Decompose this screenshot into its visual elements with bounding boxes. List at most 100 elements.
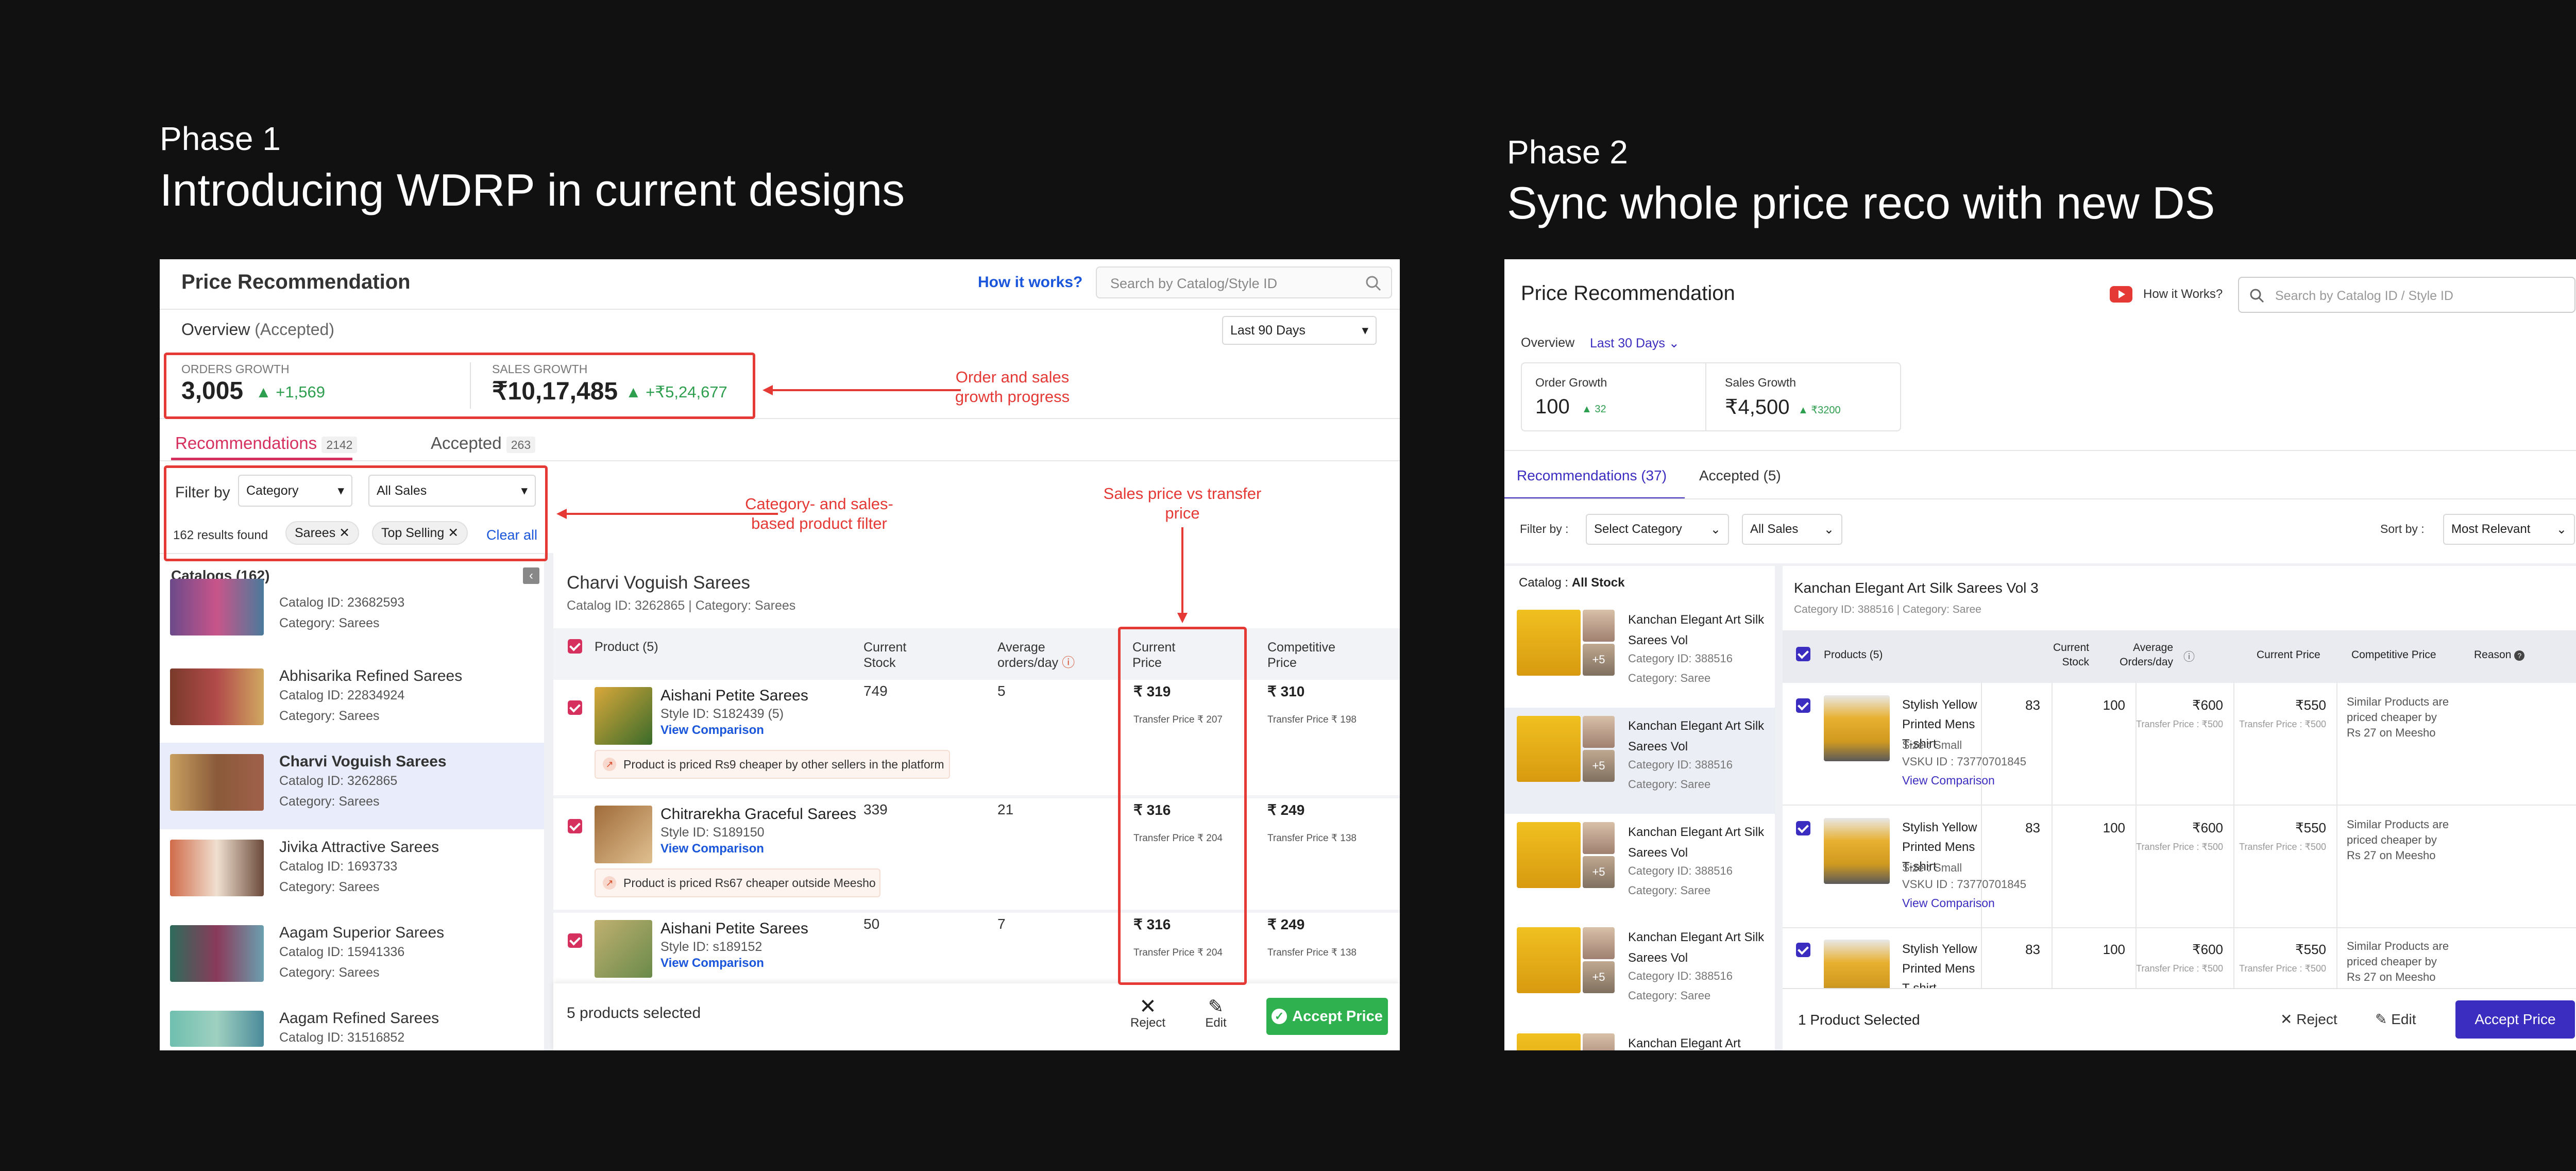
p2-catalog-item[interactable]: +5 Kanchan Elegant Art Silk Sarees Vol Cat…: [1504, 917, 1775, 1020]
catalog-thumbnail: [170, 579, 264, 635]
p2-accept-price-button[interactable]: Accept Price: [2455, 1000, 2575, 1039]
view-comparison-link[interactable]: View Comparison: [660, 842, 764, 856]
youtube-icon[interactable]: [2110, 286, 2132, 303]
trend-icon: ↗: [603, 876, 616, 890]
product-thumbnail: [595, 806, 652, 863]
p2-col-competitive-price: Competitive Price: [2351, 649, 2436, 661]
p2-how-it-works-link[interactable]: How it Works?: [2143, 287, 2223, 302]
edit-button[interactable]: ✎ Edit: [1198, 997, 1234, 1030]
p2-reject-button[interactable]: ✕ Reject: [2280, 1011, 2337, 1028]
p2-sales-growth-delta: ▲ ₹3200: [1798, 405, 1841, 416]
p2-sort-dropdown[interactable]: Most Relevant ⌄: [2443, 514, 2575, 545]
catalog-item[interactable]: Aagam Superior Sarees Catalog ID: 1594133…: [160, 915, 544, 992]
catalog-id: Catalog ID: 1693733: [279, 859, 398, 874]
competitive-price: ₹ 249: [1267, 916, 1305, 932]
p2-catalog-category: Category: Saree: [1628, 778, 1711, 791]
p2-sort-label: Sort by :: [2380, 522, 2425, 536]
p2-col-current-price: Current Price: [2257, 649, 2320, 661]
p2-catalog-thumbnail: [1517, 610, 1581, 676]
p2-catalog-mini-thumbnail: +5: [1583, 750, 1615, 782]
current-stock: 50: [863, 916, 880, 932]
catalog-item[interactable]: Catalog ID: 23682593 Category: Sarees: [160, 579, 544, 666]
p2-catalog-category: Category: Saree: [1628, 989, 1711, 1002]
collapse-icon[interactable]: ‹: [523, 567, 539, 584]
catalog-name: Abhisarika Refined Sarees: [279, 667, 463, 684]
p2-average-orders: 100: [2103, 942, 2125, 957]
p2-tab-recommendations[interactable]: Recommendations (37): [1517, 467, 1667, 484]
select-all-checkbox[interactable]: [568, 639, 582, 654]
p2-row-checkbox[interactable]: [1796, 698, 1810, 713]
view-comparison-link[interactable]: View Comparison: [660, 723, 764, 738]
p2-catalog-category: Category: Saree: [1628, 672, 1711, 684]
p2-catalog-item[interactable]: +5 Kanchan Elegant Art Silk Sarees Vol Cat…: [1504, 812, 1775, 915]
p2-catalog-mini-thumbnail: [1583, 822, 1615, 854]
how-it-works-link[interactable]: How it works?: [978, 274, 1082, 291]
p2-search-input[interactable]: Search by Catalog ID / Style ID: [2238, 277, 2575, 313]
p2-average-orders: 100: [2103, 697, 2125, 713]
view-comparison-link[interactable]: View Comparison: [660, 956, 764, 971]
p2-reason: Similar Products are priced cheaper by R…: [2347, 940, 2449, 983]
catalog-item[interactable]: Aagam Refined Sarees Catalog ID: 31516852: [160, 1000, 544, 1050]
p2-select-all-checkbox[interactable]: [1796, 647, 1810, 661]
reject-button[interactable]: ✕ Reject: [1127, 996, 1168, 1030]
selected-count: 5 products selected: [567, 1005, 701, 1022]
accept-price-button[interactable]: ✓ Accept Price: [1266, 998, 1388, 1035]
price-note: ↗ Product is priced Rs67 cheaper outside …: [595, 868, 880, 897]
p2-catalog-item[interactable]: +5 Kanchan Elegant Art Silk Sarees Vol Cat…: [1504, 706, 1775, 809]
p2-competitive-price: ₹550: [2295, 942, 2326, 957]
tab-recommendations[interactable]: Recommendations 2142: [175, 433, 358, 453]
p2-sales-dropdown[interactable]: All Sales ⌄: [1742, 514, 1842, 545]
detail-meta: Catalog ID: 3262865 | Category: Sarees: [567, 598, 796, 613]
p2-detail-title: Kanchan Elegant Art Silk Sarees Vol 3: [1794, 580, 2039, 596]
current-stock: 339: [863, 801, 888, 817]
search-icon: [2250, 289, 2264, 303]
catalog-item[interactable]: Jivika Attractive Sarees Catalog ID: 1693…: [160, 829, 544, 907]
catalog-category: Category: Sarees: [279, 616, 380, 630]
row-checkbox[interactable]: [568, 700, 582, 715]
catalog-item[interactable]: Abhisarika Refined Sarees Catalog ID: 228…: [160, 658, 544, 735]
product-thumbnail: [595, 920, 652, 978]
competitive-transfer-price: Transfer Price ₹ 198: [1267, 714, 1357, 725]
average-orders: 5: [997, 683, 1006, 699]
p2-catalog-item[interactable]: Kanchan Elegant Art: [1504, 1023, 1775, 1050]
competitive-transfer-price: Transfer Price ₹ 138: [1267, 833, 1357, 844]
p2-catalog-item[interactable]: +5 Kanchan Elegant Art Silk Sarees Vol Cat…: [1504, 599, 1775, 702]
search-input[interactable]: Search by Catalog/Style ID: [1096, 266, 1392, 298]
catalog-item[interactable]: Charvi Voguish Sarees Catalog ID: 3262865…: [160, 744, 544, 821]
p2-view-comparison-link[interactable]: View Comparison: [1902, 896, 1995, 910]
overview-label: Overview (Accepted): [181, 320, 334, 339]
p2-col-avg: Average Orders/day: [2120, 642, 2173, 668]
p2-date-range[interactable]: Last 30 Days ⌄: [1590, 336, 1680, 351]
p2-view-comparison-link[interactable]: View Comparison: [1902, 774, 1995, 788]
p2-table-row: Stylish Yellow Printed Mens T-shirt Size …: [1783, 683, 2576, 806]
catalog-id: Catalog ID: 3262865: [279, 774, 398, 788]
row-checkbox[interactable]: [568, 933, 582, 948]
p2-current-stock: 83: [2025, 942, 2040, 957]
competitive-transfer-price: Transfer Price ₹ 138: [1267, 947, 1357, 958]
date-range-dropdown[interactable]: Last 90 Days ▾: [1222, 316, 1377, 345]
p2-product-thumbnail: [1824, 818, 1890, 884]
p2-row-checkbox[interactable]: [1796, 821, 1810, 835]
p2-competitive-transfer-price: Transfer Price : ₹500: [2239, 842, 2326, 852]
p2-category-dropdown[interactable]: Select Category ⌄: [1586, 514, 1729, 545]
col-product: Product (5): [595, 640, 658, 654]
row-checkbox[interactable]: [568, 819, 582, 833]
p2-edit-button[interactable]: ✎ Edit: [2375, 1011, 2416, 1028]
catalog-id: Catalog ID: 15941336: [279, 945, 405, 959]
p2-catalog-id: Category ID: 388516: [1628, 864, 1733, 877]
p2-catalog-thumbnail: [1517, 822, 1581, 888]
page-title: Price Recommendation: [181, 271, 411, 293]
catalog-name: Aagam Refined Sarees: [279, 1010, 439, 1027]
trend-icon: ↗: [603, 758, 616, 771]
catalog-category: Category: Sarees: [279, 709, 380, 723]
p2-product-vsku: VSKU ID : 73770701845: [1902, 878, 2026, 891]
table-row: Aishani Petite Sarees Style ID: S182439 (…: [553, 680, 1400, 793]
p2-reason: Similar Products are priced cheaper by R…: [2347, 818, 2449, 862]
p2-row-checkbox[interactable]: [1796, 943, 1810, 957]
tab-accepted[interactable]: Accepted 263: [431, 433, 536, 453]
p2-catalog-name: Kanchan Elegant Art Silk Sarees Vol: [1628, 613, 1765, 647]
p2-transfer-price: Transfer Price : ₹500: [2136, 719, 2223, 729]
p2-tab-accepted[interactable]: Accepted (5): [1699, 467, 1781, 484]
p2-sales-growth-value: ₹4,500: [1725, 396, 1790, 419]
p2-col-stock: Current Stock: [2053, 642, 2089, 668]
